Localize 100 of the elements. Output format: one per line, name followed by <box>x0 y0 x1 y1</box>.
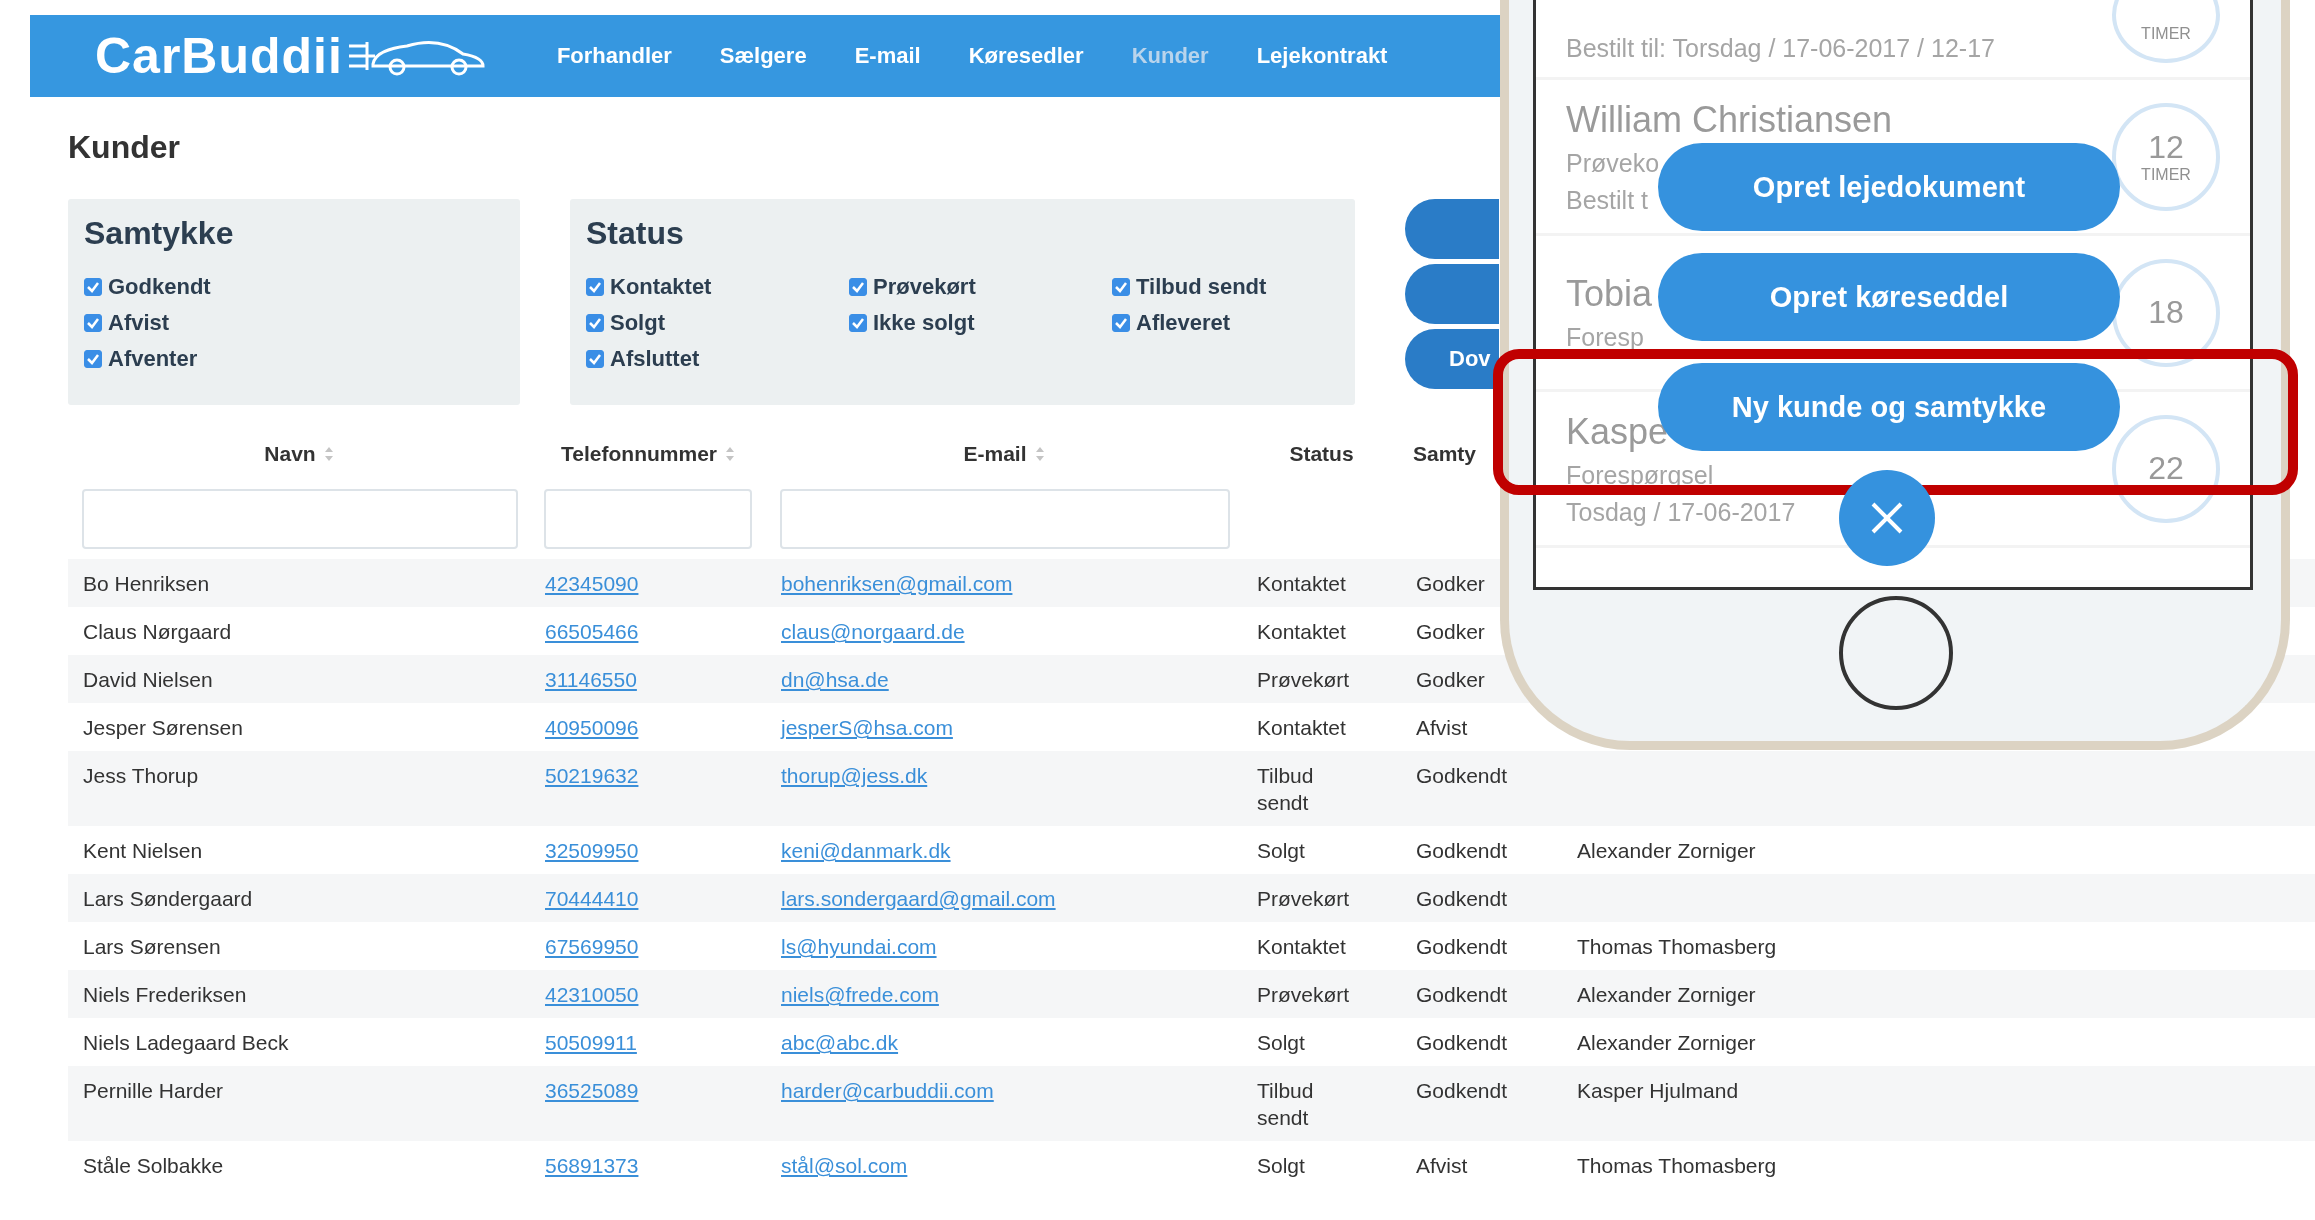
email-link[interactable]: ls@hyundai.com <box>781 935 937 958</box>
checkbox[interactable] <box>84 350 102 368</box>
email-link[interactable]: lars.sondergaard@gmail.com <box>781 887 1056 910</box>
list-item-text: Tosdag / 17-06-2017 <box>1566 497 1796 527</box>
panel-title: Status <box>586 215 685 252</box>
email-link[interactable]: stål@sol.com <box>781 1154 908 1177</box>
action-button[interactable] <box>1405 199 1499 259</box>
checkbox-label: Afvist <box>108 310 170 336</box>
ring-unit: TIMER <box>2141 25 2191 43</box>
checkbox-label: Solgt <box>610 310 665 336</box>
column-header[interactable]: Samty <box>1413 442 1477 466</box>
nav-link[interactable]: Kunder <box>1131 43 1209 69</box>
table-cell: Thomas Thomasberg <box>1577 935 1777 958</box>
action-button[interactable]: Opret køreseddel <box>1658 253 2120 341</box>
table-cell: Ståle Solbakke <box>83 1154 224 1177</box>
sort-icon[interactable] <box>725 446 735 462</box>
table-cell: Afvist <box>1416 716 1468 739</box>
filter-input[interactable] <box>544 489 752 549</box>
email-link[interactable]: jesperS@hsa.com <box>781 716 953 739</box>
checkbox[interactable] <box>84 278 102 296</box>
nav-link[interactable]: Forhandler <box>556 43 672 69</box>
checkbox[interactable] <box>586 314 604 332</box>
table-cell: Kontaktet <box>1257 620 1346 643</box>
checkbox-label: Ikke solgt <box>873 310 975 336</box>
filter-input[interactable] <box>82 489 518 549</box>
phone-link[interactable]: 42345090 <box>545 572 639 595</box>
nav-link[interactable]: Sælgere <box>719 43 807 69</box>
table-cell: Godkendt <box>1416 1079 1508 1102</box>
checkbox[interactable] <box>849 314 867 332</box>
table-cell: Solgt <box>1257 839 1305 862</box>
phone-link[interactable]: 36525089 <box>545 1079 639 1102</box>
nav-link[interactable]: Køresedler <box>968 43 1084 69</box>
table-cell: Kasper Hjulmand <box>1577 1079 1739 1102</box>
phone-link[interactable]: 56891373 <box>545 1154 639 1177</box>
phone-link[interactable]: 31146550 <box>545 668 637 691</box>
nav-link[interactable]: Lejekontrakt <box>1256 43 1388 69</box>
phone-link[interactable]: 40950096 <box>545 716 639 739</box>
table-cell: Solgt <box>1257 1154 1305 1177</box>
checkbox-label: Afsluttet <box>610 346 700 372</box>
list-item-text: Forespørgsel <box>1566 460 1714 490</box>
list-item-text: Foresp <box>1566 323 1644 352</box>
checkbox[interactable] <box>84 314 102 332</box>
phone-link[interactable]: 66505466 <box>545 620 639 643</box>
nav-link[interactable]: E-mail <box>854 43 921 69</box>
email-link[interactable]: dn@hsa.de <box>781 668 889 691</box>
checkbox[interactable] <box>849 278 867 296</box>
email-link[interactable]: harder@carbuddii.com <box>781 1079 994 1102</box>
email-link[interactable]: abc@abc.dk <box>781 1031 899 1054</box>
list-item-title: Tobia <box>1566 273 1653 315</box>
phone-link[interactable]: 67569950 <box>545 935 639 958</box>
action-button[interactable]: Dov <box>1405 329 1499 389</box>
column-header[interactable]: Navn <box>264 442 316 466</box>
phone-link[interactable]: 42310050 <box>545 983 639 1006</box>
table-cell-text: Tilbud sendt <box>1257 1078 1315 1131</box>
table-cell: Thomas Thomasberg <box>1577 1154 1777 1177</box>
action-button[interactable] <box>1405 264 1499 324</box>
home-button[interactable] <box>1839 596 1953 710</box>
table-cell: Lars Søndergaard <box>83 887 253 910</box>
checkbox-label: Tilbud sendt <box>1136 274 1267 300</box>
email-link[interactable]: keni@danmark.dk <box>781 839 951 862</box>
table-cell: Jesper Sørensen <box>83 716 243 739</box>
checkbox[interactable] <box>586 278 604 296</box>
panel-title: Samtykke <box>84 215 235 252</box>
ring-value: 22 <box>2148 450 2184 487</box>
table-cell: Afvist <box>1416 1154 1468 1177</box>
table-cell: Godker <box>1416 668 1485 691</box>
checkbox[interactable] <box>1112 314 1130 332</box>
table-cell: Godkendt <box>1416 887 1508 910</box>
table-cell: Godkendt <box>1416 839 1508 862</box>
column-header[interactable]: Telefonnummer <box>561 442 717 466</box>
column-header[interactable]: Status <box>1289 442 1354 466</box>
checkbox-label: Afventer <box>108 346 198 372</box>
checkbox[interactable] <box>586 350 604 368</box>
sort-icon[interactable] <box>1034 446 1045 462</box>
table-cell: Godkendt <box>1416 983 1508 1006</box>
email-link[interactable]: niels@frede.com <box>781 983 939 1006</box>
table-cell: Prøvekørt <box>1257 887 1350 910</box>
logo-text[interactable]: CarBuddii <box>95 27 343 85</box>
table-cell: Godkendt <box>1416 764 1508 787</box>
table-cell: Kontaktet <box>1257 716 1346 739</box>
checkbox[interactable] <box>1112 278 1130 296</box>
ring-value: 12 <box>2148 129 2184 166</box>
table-cell: Godkendt <box>1416 935 1508 958</box>
ring-unit: TIMER <box>2141 166 2191 184</box>
column-header[interactable]: E-mail <box>963 442 1027 466</box>
action-button[interactable]: Opret lejedokument <box>1658 143 2120 231</box>
page-title: Kunder <box>68 128 180 167</box>
email-link[interactable]: bohenriksen@gmail.com <box>781 572 1013 595</box>
email-link[interactable]: thorup@jess.dk <box>781 764 928 787</box>
filter-input[interactable] <box>780 489 1230 549</box>
list-item-title: William Christiansen <box>1566 98 1893 141</box>
phone-link[interactable]: 50219632 <box>545 764 639 787</box>
phone-link[interactable]: 70444410 <box>545 887 639 910</box>
phone-link[interactable]: 32509950 <box>545 839 639 862</box>
phone-link[interactable]: 50509911 <box>545 1031 637 1054</box>
sort-icon[interactable] <box>323 446 334 462</box>
table-cell: Niels Frederiksen <box>83 983 247 1006</box>
email-link[interactable]: claus@norgaard.de <box>781 620 965 643</box>
close-icon[interactable] <box>1869 500 1905 536</box>
checkbox-label: Afleveret <box>1136 310 1231 336</box>
